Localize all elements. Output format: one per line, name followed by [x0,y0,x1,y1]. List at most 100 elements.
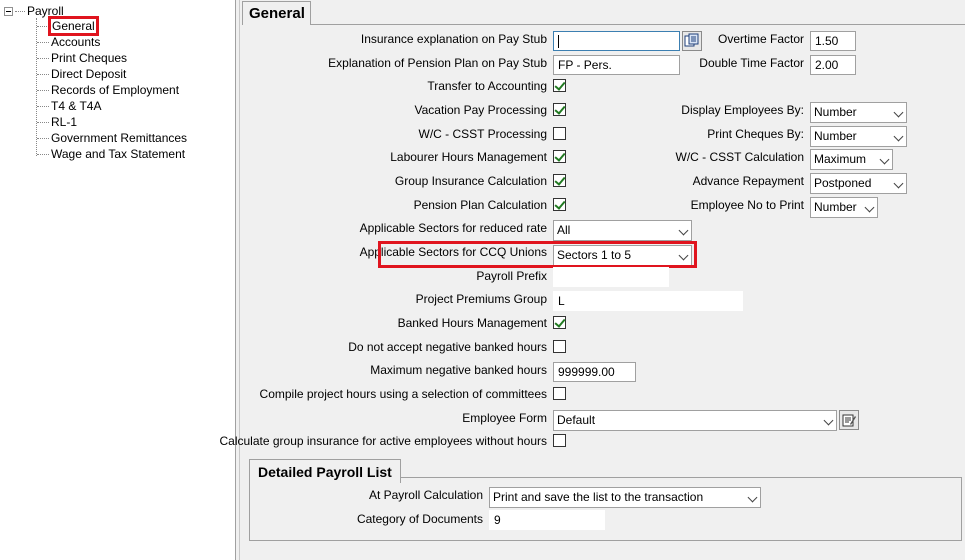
browse-icon[interactable] [682,31,702,51]
tree-connector [37,57,49,59]
advance-repayment-label: Advance Repayment [692,174,804,188]
chevron-down-icon [823,415,834,426]
category-docs-label: Category of Documents [356,512,483,526]
collapse-icon[interactable] [4,6,13,16]
group-ins-active-checkbox[interactable] [553,434,566,447]
wc-csst-calc-select[interactable]: Maximum [810,149,893,170]
sectors-reduced-label: Applicable Sectors for reduced rate [359,221,547,235]
tree-item-label: Government Remittances [51,131,188,145]
tree-item-records-of-employment[interactable]: Records of Employment [37,82,179,98]
chevron-down-icon [893,131,904,142]
tree-connector [37,25,49,27]
group-ins-active-label: Calculate group insurance for active emp… [219,434,547,448]
tree-item-label: Accounts [51,35,101,49]
chevron-down-icon [678,250,689,261]
tree-item-label: RL-1 [51,115,78,129]
pension-plan-checkbox[interactable] [553,198,566,211]
pension-explanation-input[interactable]: FP - Pers. [553,55,680,75]
print-cheques-by-value: Number [814,129,857,143]
tree-connector [37,73,49,75]
sectors-reduced-select[interactable]: All [553,220,692,241]
tree-connector [37,105,49,107]
print-cheques-by-label: Print Cheques By: [707,127,804,141]
wc-csst-calc-value: Maximum [814,152,867,166]
tree-item-print-cheques[interactable]: Print Cheques [37,50,127,66]
double-time-factor-label: Double Time Factor [699,56,804,70]
tree-connector [37,137,49,139]
project-premiums-label: Project Premiums Group [415,292,547,306]
max-negative-banked-input[interactable]: 999999.00 [553,362,636,382]
form-edit-icon[interactable] [839,410,859,430]
advance-repayment-select[interactable]: Postponed [810,173,907,194]
tree-root-payroll[interactable]: Payroll [4,4,64,18]
employee-form-label: Employee Form [462,411,547,425]
labourer-hours-label: Labourer Hours Management [390,150,547,164]
display-employees-by-select[interactable]: Number [810,102,907,123]
chevron-down-icon [893,107,904,118]
project-premiums-input[interactable]: L [553,291,743,311]
tree-item-government-remittances[interactable]: Government Remittances [37,130,187,146]
detailed-list-title: Detailed Payroll List [249,459,401,483]
tab-general[interactable]: General [242,1,311,25]
tree-item-direct-deposit[interactable]: Direct Deposit [37,66,126,82]
compile-committees-checkbox[interactable] [553,387,566,400]
tree-root-label: Payroll [27,4,64,18]
category-docs-input[interactable]: 9 [489,510,605,530]
banked-hours-label: Banked Hours Management [397,316,547,330]
overtime-factor-input[interactable]: 1.50 [810,31,856,51]
transfer-accounting-checkbox[interactable] [553,79,566,92]
tree-connector [15,10,25,12]
vacation-pay-label: Vacation Pay Processing [414,103,547,117]
wc-csst-processing-label: W/C - CSST Processing [418,127,547,141]
tree-item-label: Records of Employment [51,83,180,97]
sectors-ccq-select[interactable]: Sectors 1 to 5 [553,245,692,266]
pension-plan-label: Pension Plan Calculation [413,198,547,212]
double-time-factor-input[interactable]: 2.00 [810,55,856,75]
compile-committees-label: Compile project hours using a selection … [259,387,547,401]
insurance-explanation-label: Insurance explanation on Pay Stub [360,32,547,46]
tree-connector [37,41,49,43]
tree-item-general[interactable]: General [37,16,99,36]
group-insurance-checkbox[interactable] [553,174,566,187]
chevron-down-icon [864,202,875,213]
tab-divider [310,24,965,25]
tree-item-t4-t4a[interactable]: T4 & T4A [37,98,101,114]
employee-no-print-value: Number [814,200,857,214]
payroll-prefix-label: Payroll Prefix [476,269,547,283]
sectors-reduced-value: All [557,223,571,237]
no-negative-banked-label: Do not accept negative banked hours [348,340,547,354]
tree-item-wage-and-tax-statement[interactable]: Wage and Tax Statement [37,146,185,162]
tree-connector [37,89,49,91]
tree-item-rl1[interactable]: RL-1 [37,114,77,130]
tree-item-label: General [48,16,99,36]
no-negative-banked-checkbox[interactable] [553,340,566,353]
overtime-factor-label: Overtime Factor [717,32,804,46]
tree-item-label: Print Cheques [51,51,128,65]
chevron-down-icon [893,178,904,189]
transfer-accounting-label: Transfer to Accounting [427,79,547,93]
at-payroll-calc-select[interactable]: Print and save the list to the transacti… [489,487,761,508]
display-employees-by-value: Number [814,105,857,119]
employee-no-print-label: Employee No to Print [690,198,804,212]
employee-form-select[interactable]: Default [553,410,837,431]
print-cheques-by-select[interactable]: Number [810,126,907,147]
display-employees-by-label: Display Employees By: [681,103,804,117]
max-negative-banked-label: Maximum negative banked hours [370,363,547,377]
chevron-down-icon [879,154,890,165]
insurance-explanation-input[interactable] [553,31,680,51]
advance-repayment-value: Postponed [814,176,872,190]
vacation-pay-checkbox[interactable] [553,103,566,116]
tree-connector [37,153,49,155]
labourer-hours-checkbox[interactable] [553,150,566,163]
tree-connector [37,121,49,123]
banked-hours-checkbox[interactable] [553,316,566,329]
tree-item-accounts[interactable]: Accounts [37,34,100,50]
employee-no-print-select[interactable]: Number [810,197,878,218]
sectors-ccq-value: Sectors 1 to 5 [557,248,632,262]
tree-item-label: Direct Deposit [51,67,127,81]
chevron-down-icon [747,492,758,503]
wc-csst-processing-checkbox[interactable] [553,127,566,140]
tree-item-label: T4 & T4A [51,99,102,113]
payroll-prefix-input[interactable] [553,267,669,287]
at-payroll-calc-value: Print and save the list to the transacti… [493,490,704,504]
